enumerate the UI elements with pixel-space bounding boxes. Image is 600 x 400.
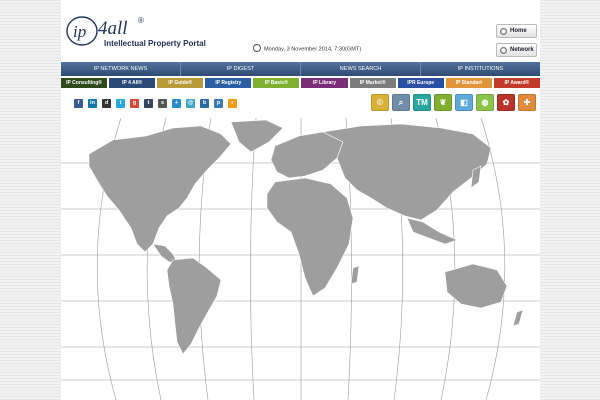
network-button-label: Network [510,47,534,53]
datetime-text: Monday, 3 November 2014, 7:30(GMT) [264,46,362,53]
share-icon[interactable]: + [172,99,181,108]
category-ip-standart[interactable]: IP Standart [445,78,492,88]
print-icon[interactable]: p [214,99,223,108]
category-ip-award[interactable]: IP Award® [493,78,540,88]
home-button[interactable]: Home [496,24,537,38]
category-ip-library[interactable]: IP Library [301,78,348,88]
registered-mark: ® [138,16,144,25]
twitter-icon[interactable]: t [116,99,125,108]
plant-variety-icon[interactable]: ❦ [434,94,452,111]
nav-ip-network-news[interactable]: IP NETWORK NEWS [61,62,181,76]
trademark-icon[interactable]: TM [413,94,431,111]
svg-text:ip: ip [73,22,86,41]
page-content: ip 4all ® Intellectual Property Portal M… [61,0,540,400]
top-navigation: IP NETWORK NEWS IP DIGEST NEWS SEARCH IP… [61,62,540,76]
google-plus-icon[interactable]: g [130,99,139,108]
social-share-bar: f in d t g t s + @ b p r [74,99,237,108]
current-datetime: Monday, 3 November 2014, 7:30(GMT) [253,44,362,53]
tool-icon-bar: © ⌕ TM ❦ ◧ ◍ ✿ ✚ [371,94,536,111]
design-icon[interactable]: ◧ [455,94,473,111]
landmass-south-america [166,257,222,355]
landmass-europe [270,131,344,179]
rss-icon[interactable]: r [228,99,237,108]
landmass-southeast-asia [406,217,458,245]
category-ip-4-all[interactable]: IP 4 All® [109,78,156,88]
home-icon [500,27,507,35]
landmass-africa [266,177,354,297]
clock-icon [253,44,261,52]
category-ip-market[interactable]: IP Market® [349,78,396,88]
linkedin-icon[interactable]: in [88,99,97,108]
category-ip-basic[interactable]: IP Basic® [253,78,300,88]
network-button[interactable]: Network [496,43,537,57]
site-logo[interactable]: ip 4all ® Intellectual Property Portal [64,14,206,54]
category-navigation: IP Consulting® IP 4 All® IP Guide® IP Regis… [61,78,540,88]
copyright-icon[interactable]: © [371,94,389,111]
search-icon[interactable]: ⌕ [392,94,410,111]
landmass-madagascar [350,265,360,285]
nav-ip-digest[interactable]: IP DIGEST [181,62,301,76]
world-map[interactable] [61,118,540,400]
stumbleupon-icon[interactable]: s [158,99,167,108]
globe-icon[interactable]: ◍ [476,94,494,111]
category-ipr-europe[interactable]: IPR Europe [397,78,444,88]
bookmark-icon[interactable]: b [200,99,209,108]
category-ip-registry[interactable]: IP Registry [205,78,252,88]
category-ip-consulting[interactable]: IP Consulting® [61,78,108,88]
logo-tagline: Intellectual Property Portal [104,39,206,48]
tumblr-icon[interactable]: t [144,99,153,108]
nav-ip-institutions[interactable]: IP INSTITUTIONS [421,62,540,76]
patent-icon[interactable]: ✚ [518,94,536,111]
delicious-icon[interactable]: d [102,99,111,108]
category-ip-guide[interactable]: IP Guide® [157,78,204,88]
logo-brand-text: 4all [98,18,128,39]
landmass-north-america [88,125,232,253]
landmass-central-america [152,243,178,263]
email-icon[interactable]: @ [186,99,195,108]
nav-news-search[interactable]: NEWS SEARCH [301,62,421,76]
home-button-label: Home [510,28,527,34]
logo-ip-emblem: ip [66,16,98,46]
settings-icon[interactable]: ✿ [497,94,515,111]
network-icon [500,46,507,54]
landmass-new-zealand [512,309,524,327]
continents [88,119,524,355]
facebook-icon[interactable]: f [74,99,83,108]
